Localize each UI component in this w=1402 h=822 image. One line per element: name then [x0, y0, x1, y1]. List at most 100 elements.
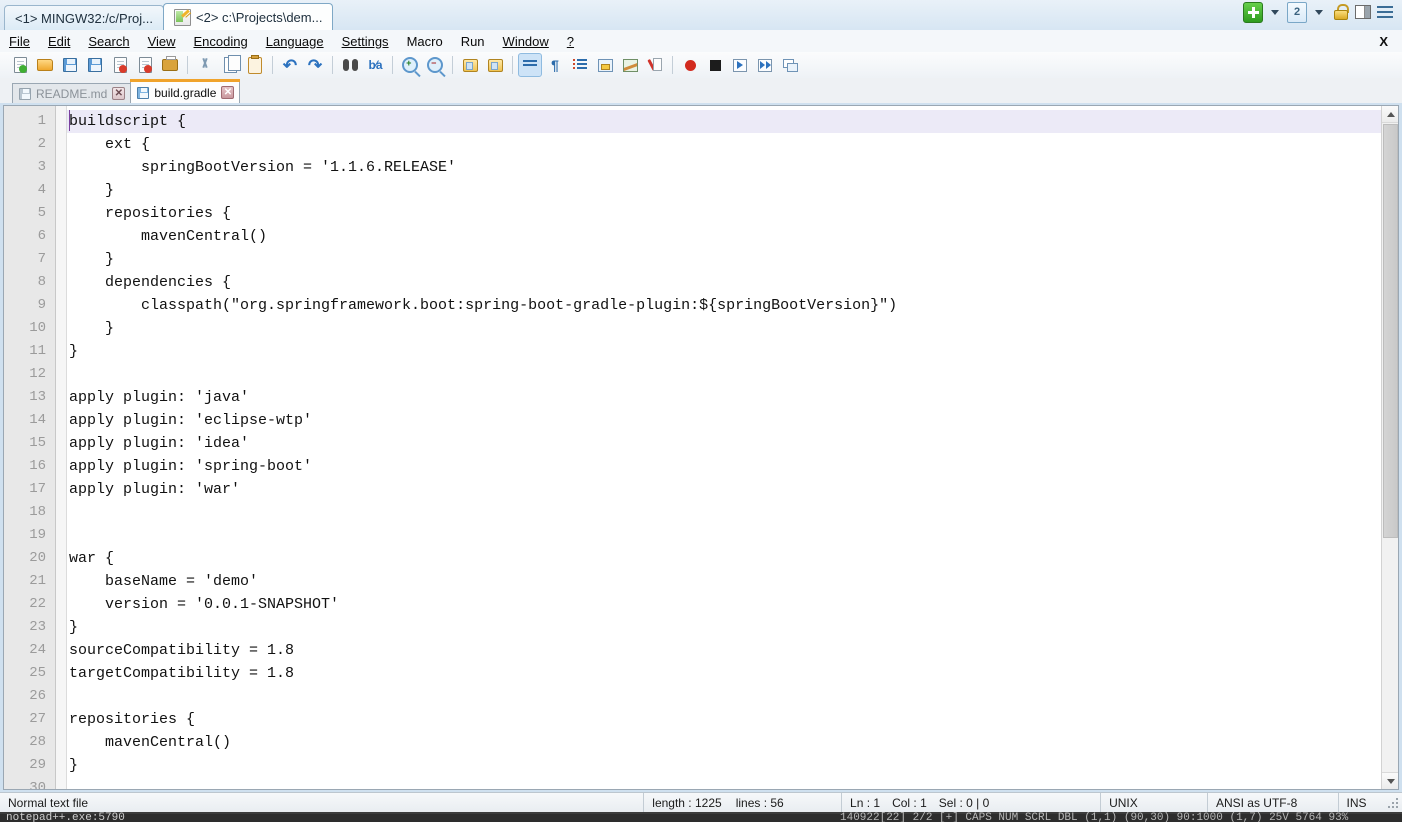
code-line[interactable]: targetCompatibility = 1.8	[67, 662, 1398, 685]
word-wrap-button[interactable]	[518, 53, 542, 77]
close-file-button[interactable]	[108, 53, 132, 77]
menu-language[interactable]: Language	[257, 32, 333, 51]
editor-pane[interactable]: 1 2 3 4 5 6 7 8 9 10 11 12 13 14 15 16 17 18 19 20 21 22 23 24 2…	[3, 105, 1399, 790]
panel-toggle-button[interactable]	[1353, 2, 1373, 22]
sync-vertical-scroll-button[interactable]	[458, 53, 482, 77]
sync-horizontal-scroll-button[interactable]	[483, 53, 507, 77]
code-line[interactable]: war {	[67, 547, 1398, 570]
menu-view-label: View	[147, 33, 176, 49]
close-all-button[interactable]	[133, 53, 157, 77]
function-list-button[interactable]	[643, 53, 667, 77]
toolbar-separator	[452, 56, 453, 74]
code-line[interactable]	[67, 363, 1398, 386]
code-line[interactable]: buildscript {	[67, 110, 1398, 133]
lock-button[interactable]	[1331, 2, 1351, 22]
open-folder-icon	[37, 59, 53, 71]
editor-vertical-scrollbar[interactable]	[1381, 106, 1398, 789]
scrollbar-thumb[interactable]	[1383, 124, 1398, 538]
console-list-dropdown[interactable]	[1309, 2, 1329, 22]
record-macro-button[interactable]	[678, 53, 702, 77]
pilcrow-icon: ¶	[551, 57, 559, 73]
resize-grip[interactable]	[1386, 796, 1400, 810]
zoom-out-button[interactable]: −	[423, 53, 447, 77]
scroll-up-button[interactable]	[1382, 106, 1398, 123]
code-line[interactable]: }	[67, 317, 1398, 340]
code-line[interactable]: baseName = 'demo'	[67, 570, 1398, 593]
code-line[interactable]: apply plugin: 'spring-boot'	[67, 455, 1398, 478]
conemu-tab-1[interactable]: <1> MINGW32:/c/Proj...	[4, 5, 164, 30]
code-line[interactable]: mavenCentral()	[67, 731, 1398, 754]
menu-help[interactable]: ?	[558, 32, 583, 51]
run-multi-macro-button[interactable]	[753, 53, 777, 77]
user-define-dialog-button[interactable]	[593, 53, 617, 77]
close-icon[interactable]: ✕	[221, 86, 235, 99]
new-console-button[interactable]	[1243, 1, 1263, 23]
code-line[interactable]: sourceCompatibility = 1.8	[67, 639, 1398, 662]
code-line[interactable]: }	[67, 616, 1398, 639]
menu-run[interactable]: Run	[452, 32, 494, 51]
code-line[interactable]: classpath("org.springframework.boot:spri…	[67, 294, 1398, 317]
code-line[interactable]: apply plugin: 'idea'	[67, 432, 1398, 455]
code-text-area[interactable]: buildscript { ext { springBootVersion = …	[67, 106, 1398, 789]
code-line[interactable]	[67, 685, 1398, 708]
code-line[interactable]: apply plugin: 'java'	[67, 386, 1398, 409]
close-icon[interactable]: ✕	[112, 87, 126, 100]
menu-search[interactable]: Search	[79, 32, 138, 51]
print-button[interactable]	[158, 53, 182, 77]
save-all-button[interactable]	[83, 53, 107, 77]
code-line[interactable]: version = '0.0.1-SNAPSHOT'	[67, 593, 1398, 616]
save-macro-button[interactable]	[778, 53, 802, 77]
line-number: 4	[37, 182, 46, 198]
code-line[interactable]: repositories {	[67, 202, 1398, 225]
menu-edit[interactable]: Edit	[39, 32, 79, 51]
document-tab-readme-label: README.md	[36, 86, 108, 101]
stop-macro-button[interactable]	[703, 53, 727, 77]
code-line[interactable]: }	[67, 754, 1398, 777]
doc-map-button[interactable]	[618, 53, 642, 77]
code-line[interactable]: mavenCentral()	[67, 225, 1398, 248]
code-line[interactable]: }	[67, 248, 1398, 271]
show-indent-guide-button[interactable]	[568, 53, 592, 77]
replace-ab-icon: b⁄a	[368, 58, 382, 72]
menu-view[interactable]: View	[139, 32, 185, 51]
code-line[interactable]	[67, 501, 1398, 524]
zoom-in-button[interactable]: +	[398, 53, 422, 77]
paste-button[interactable]	[243, 53, 267, 77]
conemu-menu-button[interactable]	[1375, 2, 1395, 22]
open-file-button[interactable]	[33, 53, 57, 77]
fold-margin[interactable]	[56, 106, 67, 789]
menu-window[interactable]: Window	[494, 32, 558, 51]
code-line[interactable]: dependencies {	[67, 271, 1398, 294]
copy-button[interactable]	[218, 53, 242, 77]
console-count-button[interactable]: 2	[1287, 1, 1307, 23]
new-console-dropdown[interactable]	[1265, 2, 1285, 22]
code-line[interactable]	[67, 777, 1398, 789]
close-document-button[interactable]: X	[1379, 34, 1388, 49]
save-file-button[interactable]	[58, 53, 82, 77]
redo-button[interactable]: ↷	[303, 53, 327, 77]
code-line[interactable]: repositories {	[67, 708, 1398, 731]
new-file-button[interactable]	[8, 53, 32, 77]
menu-file[interactable]: File	[0, 32, 39, 51]
document-tab-buildgradle[interactable]: build.gradle ✕	[130, 79, 241, 103]
menu-encoding[interactable]: Encoding	[185, 32, 257, 51]
scroll-down-button[interactable]	[1382, 772, 1398, 789]
cut-button[interactable]	[193, 53, 217, 77]
code-line[interactable]: apply plugin: 'eclipse-wtp'	[67, 409, 1398, 432]
menu-macro[interactable]: Macro	[398, 32, 452, 51]
line-number: 18	[29, 504, 46, 520]
find-button[interactable]	[338, 53, 362, 77]
show-all-chars-button[interactable]: ¶	[543, 53, 567, 77]
code-line[interactable]: springBootVersion = '1.1.6.RELEASE'	[67, 156, 1398, 179]
undo-button[interactable]: ↶	[278, 53, 302, 77]
code-line[interactable]: }	[67, 340, 1398, 363]
code-line[interactable]	[67, 524, 1398, 547]
menu-settings[interactable]: Settings	[333, 32, 398, 51]
conemu-tab-2[interactable]: <2> c:\Projects\dem...	[163, 3, 334, 30]
play-macro-button[interactable]	[728, 53, 752, 77]
code-line[interactable]: }	[67, 179, 1398, 202]
code-line[interactable]: apply plugin: 'war'	[67, 478, 1398, 501]
code-line[interactable]: ext {	[67, 133, 1398, 156]
replace-button[interactable]: b⁄a	[363, 53, 387, 77]
document-tab-readme[interactable]: README.md ✕	[12, 83, 132, 103]
